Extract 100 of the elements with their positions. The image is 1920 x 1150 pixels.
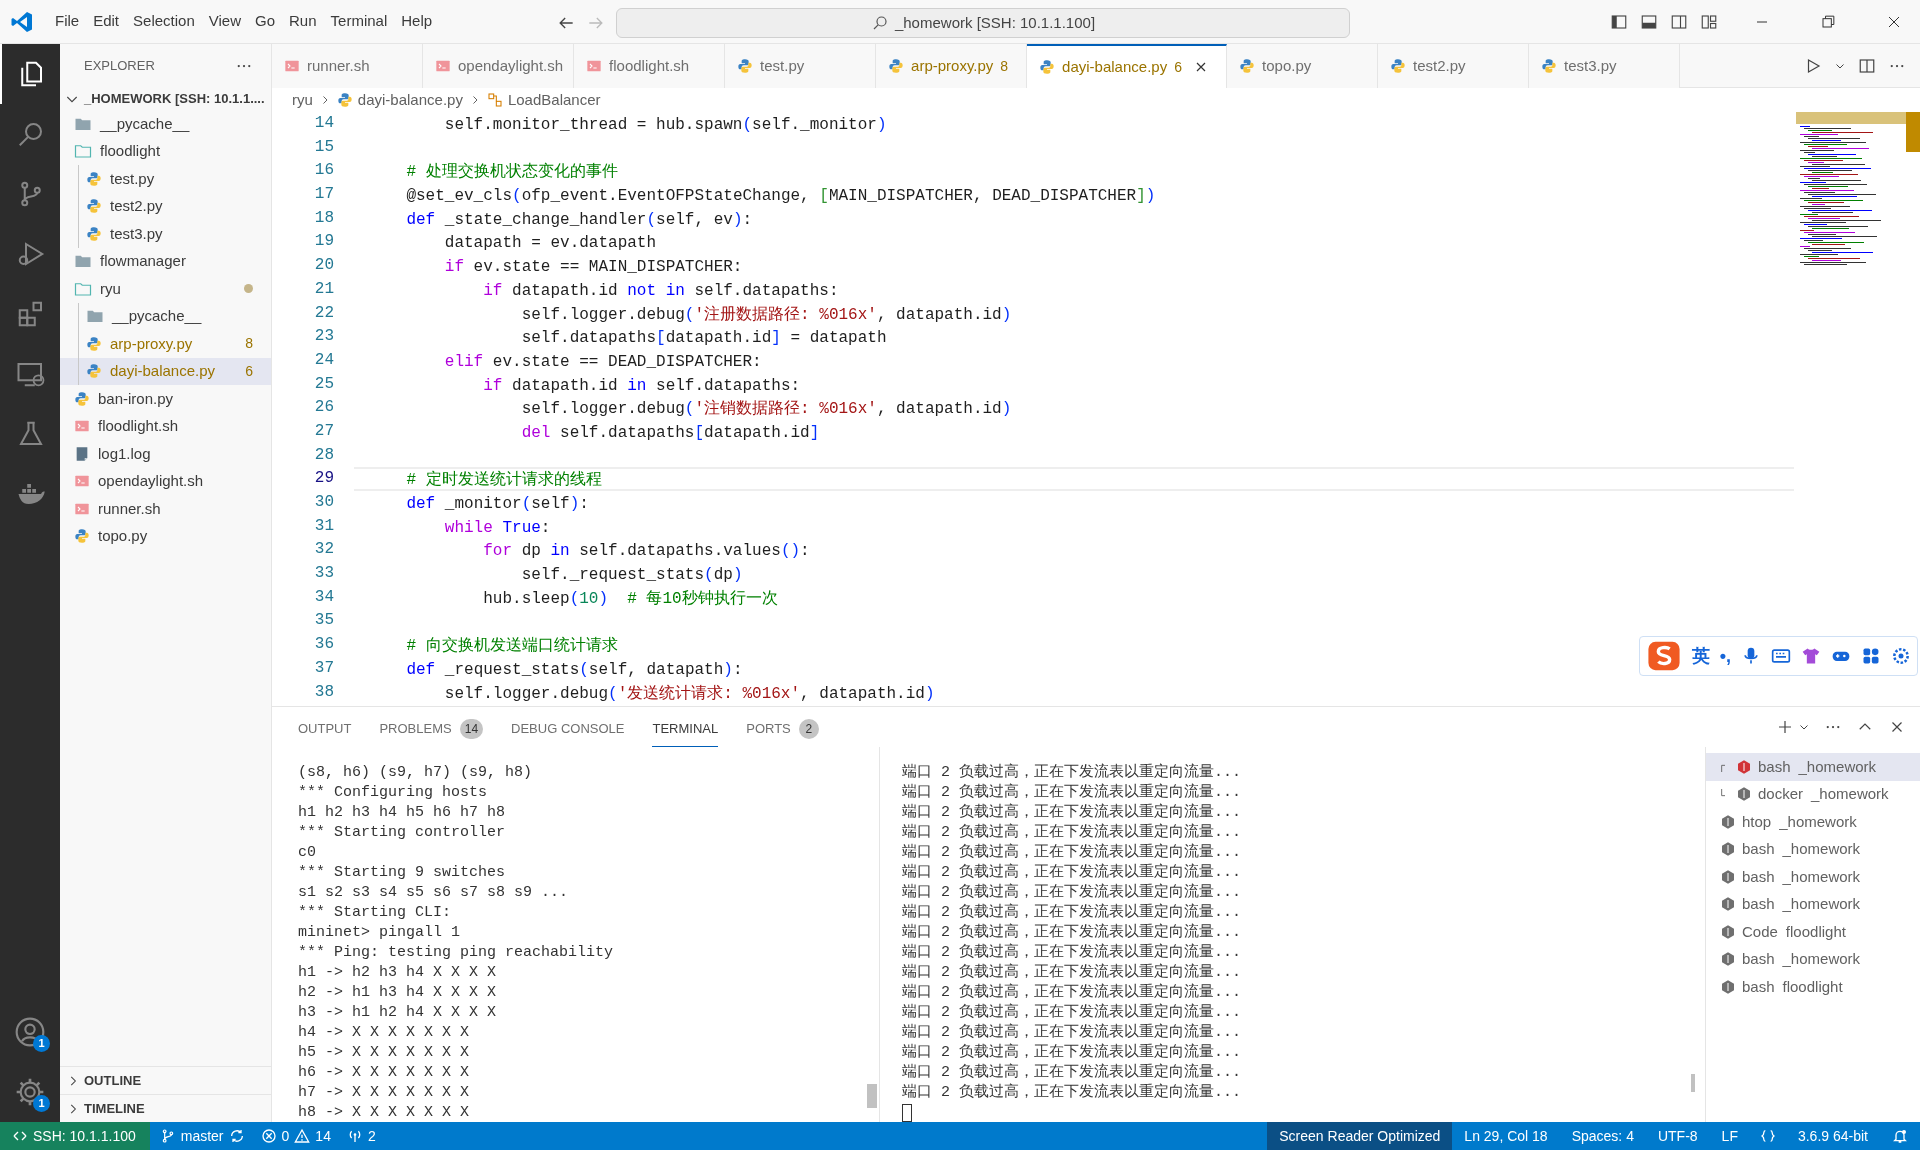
editor-tab[interactable]: topo.py — [1227, 44, 1379, 88]
screen-reader-status[interactable]: Screen Reader Optimized — [1267, 1122, 1453, 1150]
code-line: if datapath.id not in self.datapaths: — [482, 280, 839, 302]
activity-settings-button[interactable]: 1 — [0, 1062, 60, 1122]
terminal-list-item[interactable]: bash _homework — [1706, 835, 1920, 863]
terminal-list-item[interactable]: docker _homework — [1706, 780, 1920, 808]
file-tree-item[interactable]: test3.py — [60, 220, 271, 248]
terminal-file-icon — [284, 58, 300, 74]
terminal-line: h7 -> X X X X X X X — [298, 1083, 470, 1103]
terminal-list-item[interactable]: bash _homework — [1706, 863, 1920, 891]
settings-icon[interactable] — [1891, 646, 1911, 666]
interpreter-status[interactable]: 3.6.9 64-bit — [1785, 1122, 1880, 1150]
secondary-sidebar-icon[interactable] — [1670, 12, 1688, 31]
breadcrumb-item[interactable]: LoadBalancer — [486, 88, 601, 112]
file-tree-item[interactable]: opendaylight.sh — [60, 467, 271, 495]
menu-item[interactable]: Edit — [86, 7, 127, 36]
punctuation-mode-label[interactable]: •, — [1719, 642, 1731, 670]
editor-tab[interactable]: arp-proxy.py 8 — [876, 44, 1028, 88]
sidebar-section-header[interactable]: OUTLINE — [60, 1066, 271, 1094]
panel-tab[interactable]: PROBLEMS 14 — [379, 711, 484, 747]
menu-item[interactable]: Help — [394, 7, 440, 36]
branch-status[interactable]: master — [149, 1122, 253, 1150]
workspace-root[interactable]: _HOMEWORK [SSH: 10.1.1.... — [84, 89, 265, 109]
keyboard-icon[interactable] — [1771, 646, 1791, 666]
panel-tab[interactable]: DEBUG CONSOLE — [511, 711, 625, 747]
editor-tab[interactable]: dayi-balance.py 6 — [1027, 44, 1228, 88]
file-tree-item[interactable]: test2.py — [60, 192, 271, 220]
line-number: 37 — [313, 657, 335, 679]
file-tree-item[interactable]: floodlight — [60, 137, 271, 165]
editor-tab[interactable]: floodlight.sh — [574, 44, 726, 88]
breadcrumb-item[interactable]: dayi-balance.py — [336, 88, 463, 112]
panel-tab[interactable]: PORTS 2 — [746, 711, 819, 747]
file-tree-item[interactable]: log1.log — [60, 440, 271, 468]
line-number: 33 — [313, 563, 335, 585]
menu-item[interactable]: View — [201, 7, 248, 36]
terminal-list-item[interactable]: Code floodlight — [1706, 918, 1920, 946]
terminal-line: 端口 2 负载过高，正在下发流表以重定向流量... — [902, 863, 1241, 883]
shirt-icon[interactable] — [1801, 646, 1821, 666]
problems-status[interactable]: 0 14 — [252, 1122, 339, 1150]
file-tree-item[interactable]: ban-iron.py — [60, 385, 271, 413]
editor-tab[interactable]: opendaylight.sh — [423, 44, 575, 88]
indentation-status[interactable]: Spaces: 4 — [1559, 1122, 1646, 1150]
menu-item[interactable]: Selection — [126, 7, 202, 36]
class-icon — [486, 92, 503, 108]
sidebar-layout-icon[interactable] — [1610, 12, 1628, 31]
cursor-position[interactable]: Ln 29, Col 18 — [1452, 1122, 1560, 1150]
terminal-list-item[interactable]: bash _homework — [1706, 890, 1920, 918]
file-tree-item[interactable]: dayi-balance.py 6 — [60, 357, 271, 385]
file-tree-item[interactable]: runner.sh — [60, 495, 271, 523]
terminal-list-item[interactable]: htop _homework — [1706, 808, 1920, 836]
encoding-status[interactable]: UTF-8 — [1645, 1122, 1710, 1150]
remote-indicator[interactable]: SSH: 10.1.1.100 — [0, 1122, 150, 1150]
ports-status[interactable]: 2 — [338, 1122, 384, 1150]
microphone-icon[interactable] — [1741, 646, 1761, 666]
app-logo-icon — [10, 9, 34, 34]
problem-count: 8 — [245, 334, 253, 354]
file-tree-item[interactable]: ryu — [60, 275, 271, 303]
line-number: 24 — [313, 349, 335, 371]
error-icon — [260, 1128, 277, 1144]
editor-tab[interactable]: runner.sh — [272, 44, 423, 88]
editor-tab[interactable]: test2.py — [1378, 44, 1530, 88]
terminal-line: 端口 2 负载过高，正在下发流表以重定向流量... — [902, 1083, 1241, 1103]
panel-tab[interactable]: TERMINAL — [652, 711, 719, 747]
menu-item[interactable]: Run — [282, 7, 324, 36]
breadcrumb-item[interactable]: ryu — [292, 88, 313, 112]
command-center[interactable]: _homework [SSH: 10.1.1.100] — [616, 8, 1350, 38]
python-file-icon — [86, 198, 102, 215]
file-tree-item[interactable]: flowmanager — [60, 247, 271, 275]
terminal-list-item[interactable]: bash _homework — [1706, 945, 1920, 973]
scrollbar-thumb[interactable] — [867, 1084, 877, 1108]
panel-tab[interactable]: OUTPUT — [298, 711, 352, 747]
sidebar-title: EXPLORER — [84, 57, 155, 76]
scrollbar-thumb[interactable] — [1906, 112, 1920, 152]
customize-layout-icon[interactable] — [1700, 12, 1718, 31]
file-tree-item[interactable]: arp-proxy.py 8 — [60, 330, 271, 358]
line-number: 38 — [313, 681, 335, 703]
scrollbar-thumb[interactable] — [1691, 1074, 1695, 1092]
open-folder-icon — [74, 142, 92, 161]
code-line: # 向交换机发送端口统计请求 — [405, 635, 618, 657]
ime-toolbar[interactable]: 英 •, — [1638, 636, 1918, 676]
activity-accounts-button[interactable]: 1 — [0, 1002, 60, 1062]
file-tree-item[interactable]: floodlight.sh — [60, 412, 271, 440]
menu-item[interactable]: Go — [248, 7, 282, 36]
editor-tab[interactable]: test.py — [725, 44, 877, 88]
file-tree-item[interactable]: test.py — [60, 165, 271, 193]
editor-tab[interactable]: test3.py — [1529, 44, 1681, 88]
input-mode-label[interactable]: 英 — [1691, 642, 1710, 670]
apps-grid-icon[interactable] — [1861, 646, 1881, 666]
panel-layout-icon[interactable] — [1640, 12, 1658, 31]
line-number: 20 — [313, 255, 335, 277]
line-ending-status[interactable]: LF — [1709, 1122, 1750, 1150]
terminal-list-item[interactable]: bash floodlight — [1706, 973, 1920, 1001]
file-tree-item[interactable]: __pycache__ — [60, 110, 271, 138]
notification-badge: 1 — [33, 1095, 50, 1112]
file-tree-item[interactable]: topo.py — [60, 522, 271, 550]
menu-item[interactable]: Terminal — [323, 7, 395, 36]
split-editor-icon[interactable] — [1858, 56, 1876, 75]
terminal-list-item[interactable]: bash _homework — [1706, 753, 1920, 781]
menu-item[interactable]: File — [48, 7, 87, 36]
file-tree-item[interactable]: __pycache__ — [60, 302, 271, 330]
